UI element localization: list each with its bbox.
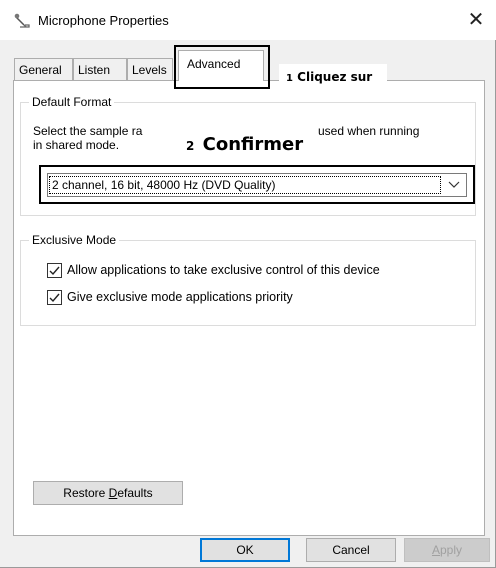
microphone-icon [14,12,32,30]
default-format-value: 2 channel, 16 bit, 48000 Hz (DVD Quality… [49,176,441,194]
title-bar: Microphone Properties ✕ [0,0,496,40]
tab-advanced[interactable]: Advanced [178,50,264,81]
apply-label-post: pply [440,543,463,557]
step2-callout: 2 Confirmer [180,130,316,160]
exclusive-mode-group: Exclusive Mode [20,233,476,326]
tab-listen[interactable]: Listen [73,58,127,80]
step2-text: Confirmer [202,134,304,155]
allow-exclusive-control-checkbox[interactable] [47,263,62,278]
apply-label-accel: A [431,543,440,557]
tab-general[interactable]: General [14,58,73,80]
restore-defaults-button[interactable]: Restore Defaults [33,481,183,505]
window-title: Microphone Properties [38,13,169,28]
description-text-part1: Select the sample ra [33,124,143,138]
exclusive-priority-checkbox[interactable] [47,290,62,305]
apply-button[interactable]: Apply [404,538,490,562]
step2-number: 2 [186,139,195,153]
cancel-button[interactable]: Cancel [306,538,396,562]
description-text-line2: in shared mode. [33,138,120,152]
exclusive-priority-label: Give exclusive mode applications priorit… [67,290,293,304]
ok-button[interactable]: OK [200,538,290,562]
step1-callout: 1 Cliquez sur [279,64,387,90]
default-format-label: Default Format [29,95,115,109]
restore-label-post: efaults [117,486,153,500]
allow-exclusive-control-label: Allow applications to take exclusive con… [67,263,380,277]
step1-text: Cliquez sur [297,70,373,84]
chevron-down-icon[interactable] [442,174,466,196]
restore-label-pre: Restore [63,486,109,500]
description-text-part2: used when running [318,124,420,138]
properties-dialog: Microphone Properties ✕ General Listen L… [0,0,496,568]
close-button[interactable]: ✕ [456,6,496,34]
step1-number: 1 [286,73,293,84]
tab-levels[interactable]: Levels [127,58,173,80]
default-format-select[interactable]: 2 channel, 16 bit, 48000 Hz (DVD Quality… [47,173,467,197]
exclusive-mode-label: Exclusive Mode [29,233,120,247]
